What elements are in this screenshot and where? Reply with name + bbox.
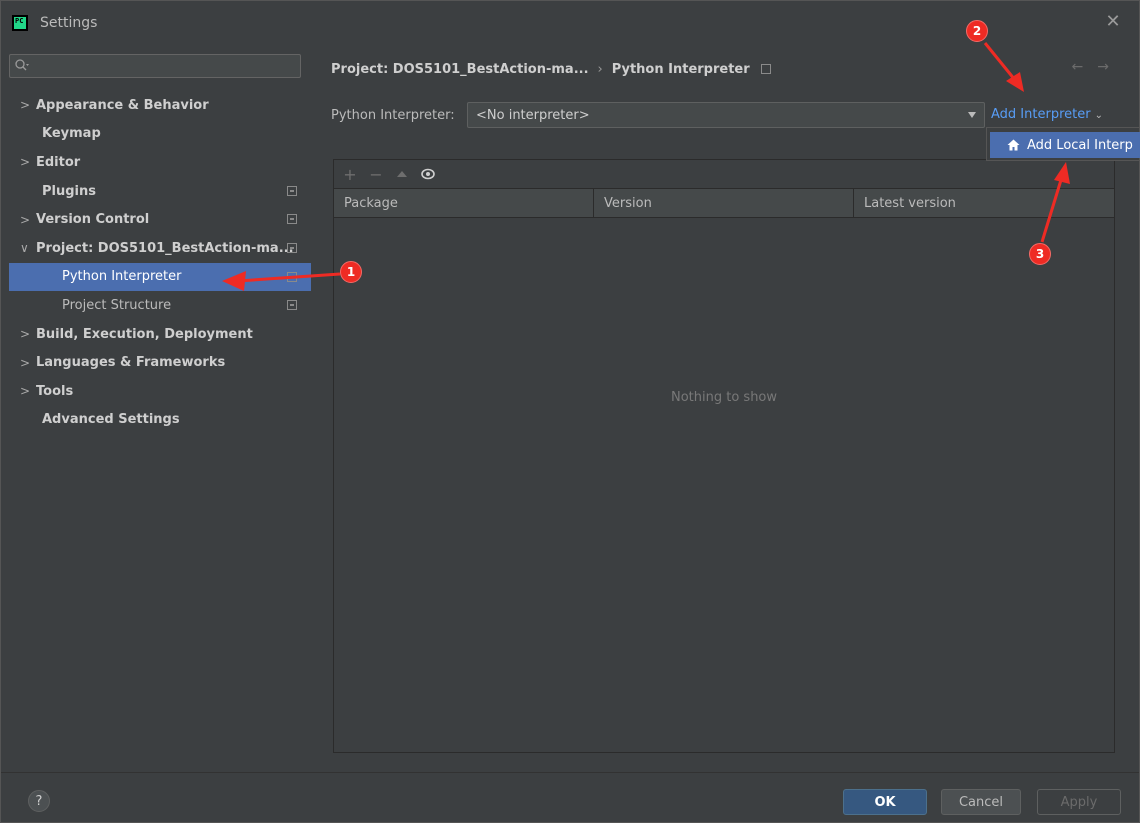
sidebar-item-label: Tools xyxy=(36,383,74,399)
interpreter-row: Python Interpreter: <No interpreter> xyxy=(331,102,985,128)
sidebar-item[interactable]: Keymap xyxy=(9,120,311,149)
project-scope-icon xyxy=(287,271,297,282)
sidebar-item-label: Advanced Settings xyxy=(42,412,180,428)
sidebar-item-label: Plugins xyxy=(42,183,96,199)
annotation-marker-3: 3 xyxy=(1029,243,1051,265)
settings-window: PC Settings ✕ > Appearance & Behavior Keym… xyxy=(0,0,1140,823)
back-arrow-icon[interactable]: ← xyxy=(1072,59,1098,75)
settings-sidebar: > Appearance & Behavior Keymap > Editor Plugi… xyxy=(9,45,311,772)
eye-icon[interactable] xyxy=(418,164,438,184)
sidebar-item[interactable]: ∨ Project: DOS5101_BestAction-ma... xyxy=(9,234,311,263)
chevron-right-icon[interactable]: > xyxy=(20,356,30,370)
ok-button[interactable]: OK xyxy=(843,789,927,815)
project-scope-icon xyxy=(287,185,297,196)
project-scope-icon xyxy=(287,214,297,225)
sidebar-item-label: Editor xyxy=(36,154,81,170)
sidebar-item[interactable]: Project Structure xyxy=(9,291,311,320)
add-local-interpreter-item[interactable]: Add Local Interp xyxy=(990,132,1140,158)
project-scope-icon xyxy=(287,242,297,253)
breadcrumb: Project: DOS5101_BestAction-ma... › Pyth… xyxy=(331,59,771,79)
upgrade-icon[interactable] xyxy=(392,164,412,184)
add-interpreter-popup: Add Local Interp xyxy=(986,127,1140,161)
sidebar-item[interactable]: Advanced Settings xyxy=(9,406,311,435)
forward-arrow-icon[interactable]: → xyxy=(1097,59,1123,75)
cancel-button[interactable]: Cancel xyxy=(941,789,1021,815)
chevron-down-icon[interactable]: ∨ xyxy=(20,241,30,255)
breadcrumb-page: Python Interpreter xyxy=(611,61,750,77)
column-latest-version[interactable]: Latest version xyxy=(854,189,1114,217)
nav-arrows: ←→ xyxy=(1072,59,1123,75)
chevron-right-icon[interactable]: > xyxy=(20,327,30,341)
column-package[interactable]: Package xyxy=(334,189,594,217)
breadcrumb-separator: › xyxy=(597,61,603,77)
apply-button[interactable]: Apply xyxy=(1037,789,1121,815)
project-scope-icon xyxy=(760,64,771,74)
sidebar-item[interactable]: Python Interpreter xyxy=(9,262,311,292)
add-icon[interactable]: + xyxy=(340,164,360,184)
sidebar-item-label: Project: DOS5101_BestAction-ma... xyxy=(36,240,294,256)
pycharm-logo-icon: PC xyxy=(12,15,28,31)
chevron-right-icon[interactable]: > xyxy=(20,155,30,169)
interpreter-value: <No interpreter> xyxy=(476,107,590,123)
search-input[interactable] xyxy=(9,54,301,78)
sidebar-item-label: Appearance & Behavior xyxy=(36,97,209,113)
annotation-marker-1: 1 xyxy=(340,261,362,283)
sidebar-item-label: Project Structure xyxy=(62,297,172,313)
remove-icon[interactable]: − xyxy=(366,164,386,184)
home-icon xyxy=(1007,139,1020,151)
annotation-marker-2: 2 xyxy=(966,20,988,42)
packages-panel: + − Package Version Latest version Nothi… xyxy=(333,159,1115,753)
sidebar-item-label: Version Control xyxy=(36,212,150,228)
interpreter-label: Python Interpreter: xyxy=(331,107,455,123)
sidebar-item[interactable]: > Languages & Frameworks xyxy=(9,348,311,377)
sidebar-item[interactable]: Plugins xyxy=(9,177,311,206)
settings-tree: > Appearance & Behavior Keymap > Editor Plugi… xyxy=(9,91,311,434)
chevron-right-icon[interactable]: > xyxy=(20,384,30,398)
search-icon xyxy=(15,59,29,71)
sidebar-item-label: Languages & Frameworks xyxy=(36,355,226,371)
interpreter-select[interactable]: <No interpreter> xyxy=(467,102,985,128)
sidebar-item[interactable]: > Editor xyxy=(9,148,311,177)
window-title: Settings xyxy=(40,15,98,31)
sidebar-item-label: Keymap xyxy=(42,126,101,142)
help-button[interactable]: ? xyxy=(28,790,50,812)
breadcrumb-project[interactable]: Project: DOS5101_BestAction-ma... xyxy=(331,62,589,77)
packages-table-header: Package Version Latest version xyxy=(334,188,1114,218)
sidebar-item[interactable]: > Version Control xyxy=(9,205,311,234)
chevron-right-icon[interactable]: > xyxy=(20,213,30,227)
sidebar-item-label: Python Interpreter xyxy=(62,269,182,285)
empty-state-text: Nothing to show xyxy=(670,390,778,405)
chevron-down-icon: ⌄ xyxy=(1094,110,1103,121)
sidebar-item[interactable]: > Appearance & Behavior xyxy=(9,91,311,120)
add-local-interpreter-label: Add Local Interp xyxy=(1027,137,1133,153)
chevron-right-icon[interactable]: > xyxy=(20,98,30,112)
close-icon[interactable]: ✕ xyxy=(1105,13,1121,31)
sidebar-item-label: Build, Execution, Deployment xyxy=(36,326,253,342)
packages-toolbar: + − xyxy=(334,160,1114,188)
project-scope-icon xyxy=(287,300,297,311)
dropdown-arrow-icon xyxy=(968,112,976,118)
sidebar-item[interactable]: > Tools xyxy=(9,377,311,406)
sidebar-item[interactable]: > Build, Execution, Deployment xyxy=(9,320,311,349)
add-interpreter-link[interactable]: Add Interpreter ⌄ xyxy=(991,107,1103,122)
add-interpreter-label: Add Interpreter xyxy=(991,107,1091,122)
dialog-footer: ? OK Cancel Apply xyxy=(1,772,1139,822)
column-version[interactable]: Version xyxy=(594,189,854,217)
